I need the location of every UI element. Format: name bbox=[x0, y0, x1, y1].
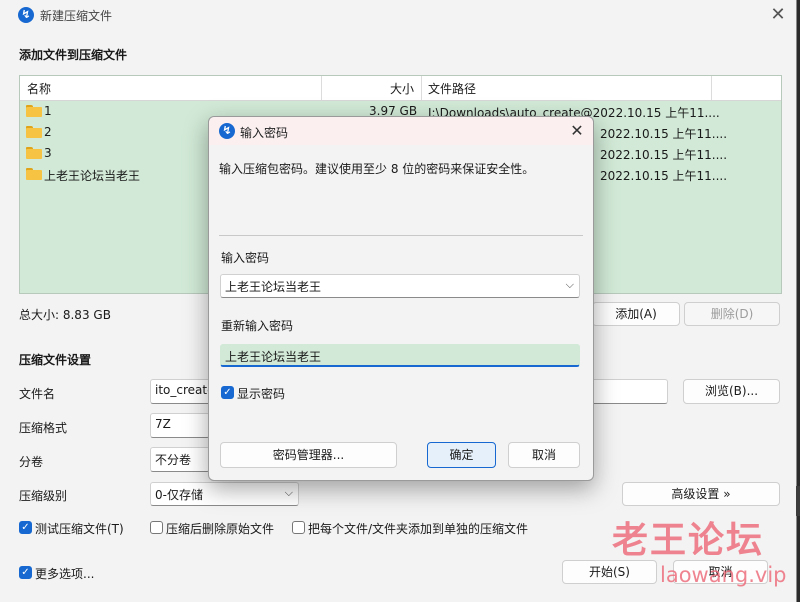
column-header-size[interactable]: 大小 bbox=[390, 80, 414, 97]
more-options-checkbox[interactable]: ✓ bbox=[19, 566, 32, 579]
row-path: 2022.10.15 上午11.... bbox=[600, 127, 728, 141]
show-password-checkbox[interactable]: ✓ bbox=[221, 386, 234, 399]
format-label: 压缩格式 bbox=[19, 421, 68, 435]
repeat-password-label: 重新输入密码 bbox=[221, 319, 294, 333]
row-path: 2022.10.15 上午11.... bbox=[600, 148, 728, 162]
file-list-header: 名称 大小 文件路径 bbox=[20, 76, 781, 101]
delete-source-checkbox[interactable] bbox=[150, 521, 163, 534]
format-value: 7Z bbox=[155, 417, 171, 431]
column-header-name[interactable]: 名称 bbox=[27, 80, 51, 97]
dialog-title: 输入密码 bbox=[240, 126, 289, 140]
dialog-title-bar: ↯ 输入密码 ✕ bbox=[209, 117, 593, 145]
ok-button[interactable]: 确定 bbox=[427, 442, 496, 468]
close-icon[interactable]: ✕ bbox=[766, 3, 790, 27]
column-divider[interactable] bbox=[321, 76, 322, 100]
folder-icon bbox=[26, 105, 42, 117]
password-value: 上老王论坛当老王 bbox=[225, 280, 322, 294]
split-select[interactable]: 不分卷 bbox=[150, 447, 210, 472]
more-options-label[interactable]: 更多选项... bbox=[35, 565, 94, 582]
split-value: 不分卷 bbox=[155, 453, 192, 467]
folder-icon bbox=[26, 147, 42, 159]
dialog-message: 输入压缩包密码。建议使用至少 8 位的密码来保证安全性。 bbox=[219, 162, 535, 176]
divider bbox=[219, 235, 583, 236]
close-icon[interactable]: ✕ bbox=[565, 119, 589, 143]
browse-button[interactable]: 浏览(B)... bbox=[683, 379, 780, 404]
format-select[interactable]: 7Z bbox=[150, 413, 210, 438]
app-logo-icon: ↯ bbox=[18, 7, 34, 23]
window-title: 新建压缩文件 bbox=[40, 9, 113, 23]
separate-archives-label[interactable]: 把每个文件/文件夹添加到单独的压缩文件 bbox=[308, 520, 528, 537]
filename-label: 文件名 bbox=[19, 387, 56, 401]
row-name: 2 bbox=[44, 125, 52, 139]
column-divider[interactable] bbox=[711, 76, 712, 100]
level-value: 0-仅存储 bbox=[155, 488, 203, 502]
column-header-path[interactable]: 文件路径 bbox=[428, 80, 476, 97]
split-label: 分卷 bbox=[19, 455, 44, 469]
app-logo-icon: ↯ bbox=[219, 123, 235, 139]
row-name: 3 bbox=[44, 146, 52, 160]
chevron-down-icon: ⌵ bbox=[284, 486, 293, 499]
watermark-text: 老王论坛 bbox=[612, 520, 765, 561]
advanced-settings-button[interactable]: 高级设置 » bbox=[622, 482, 780, 506]
repeat-password-input[interactable]: 上老王论坛当老王 bbox=[220, 344, 580, 367]
separate-archives-checkbox[interactable] bbox=[292, 521, 305, 534]
column-divider[interactable] bbox=[421, 76, 422, 100]
show-password-label[interactable]: 显示密码 bbox=[237, 385, 285, 402]
row-path: 2022.10.15 上午11.... bbox=[600, 169, 728, 183]
chevron-down-icon[interactable]: ⌵ bbox=[566, 278, 574, 292]
add-files-heading: 添加文件到压缩文件 bbox=[19, 48, 128, 62]
folder-icon bbox=[26, 126, 42, 138]
row-name: 1 bbox=[44, 104, 52, 118]
title-bar: ↯ 新建压缩文件 ✕ bbox=[0, 0, 796, 30]
level-select[interactable]: 0-仅存储 ⌵ bbox=[150, 482, 299, 506]
delete-button[interactable]: 删除(D) bbox=[684, 302, 780, 326]
archive-settings-heading: 压缩文件设置 bbox=[19, 353, 92, 367]
level-label: 压缩级别 bbox=[19, 489, 68, 503]
password-manager-button[interactable]: 密码管理器... bbox=[220, 442, 397, 468]
test-archive-checkbox[interactable]: ✓ bbox=[19, 521, 32, 534]
total-size: 总大小: 8.83 GB bbox=[19, 308, 111, 322]
test-archive-label[interactable]: 测试压缩文件(T) bbox=[35, 520, 124, 537]
dialog-cancel-button[interactable]: 取消 bbox=[508, 442, 580, 468]
row-name: 上老王论坛当老王 bbox=[44, 169, 141, 183]
password-dialog: ↯ 输入密码 ✕ 输入压缩包密码。建议使用至少 8 位的密码来保证安全性。 输入… bbox=[208, 116, 594, 481]
add-button[interactable]: 添加(A) bbox=[592, 302, 680, 326]
password-input[interactable]: 上老王论坛当老王 ⌵ bbox=[220, 274, 580, 298]
password-label: 输入密码 bbox=[221, 251, 270, 265]
start-button[interactable]: 开始(S) bbox=[562, 560, 657, 584]
folder-icon bbox=[26, 168, 42, 180]
background-window-edge bbox=[796, 486, 800, 516]
watermark-url: laowang.vip bbox=[660, 563, 787, 587]
delete-source-label[interactable]: 压缩后删除原始文件 bbox=[166, 520, 274, 537]
